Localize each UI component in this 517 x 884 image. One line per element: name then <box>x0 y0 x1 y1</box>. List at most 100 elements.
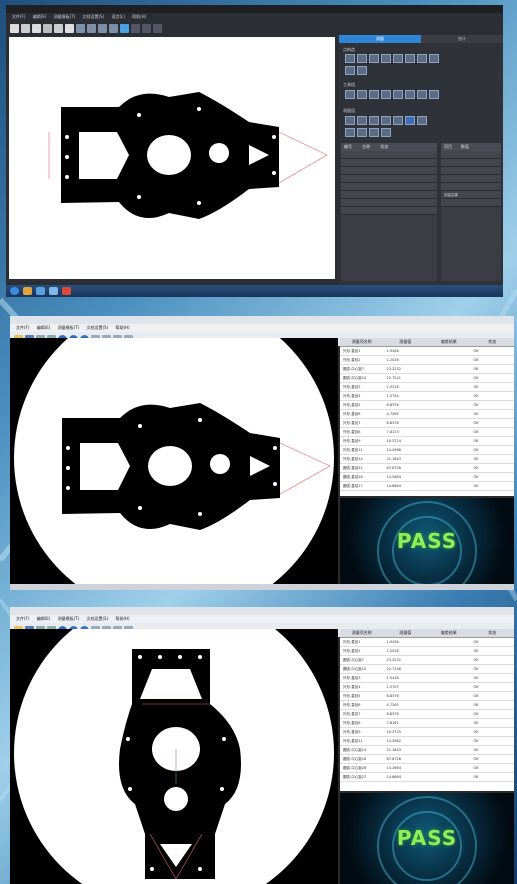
table-row[interactable]: 外形-直径11 14.4982 OK <box>340 737 514 746</box>
grid-row[interactable] <box>341 191 437 199</box>
tab-measure[interactable]: 测量 <box>339 35 421 43</box>
table-row[interactable]: 圆弧-直径27 14.8664 OK <box>340 482 514 491</box>
menu-settings[interactable]: 文档设置(S) <box>83 14 105 19</box>
tab-statistics[interactable]: 统计 <box>421 35 503 43</box>
grid-row[interactable] <box>341 167 437 175</box>
ellipse-tool-icon[interactable] <box>405 54 415 63</box>
menu-edit[interactable]: 编辑(E) <box>37 325 51 330</box>
open-file-icon[interactable] <box>21 23 30 33</box>
table-row[interactable]: 外形-直径4 1.5707 OK <box>340 683 514 692</box>
ruler-icon[interactable] <box>142 23 151 33</box>
grid-row[interactable] <box>441 167 501 175</box>
menu-help[interactable]: 帮助(H) <box>115 616 129 621</box>
table-row[interactable]: 外形-直径3 1.5218 OK <box>340 383 514 392</box>
camera-view[interactable] <box>10 338 338 584</box>
table-row[interactable]: 外形-直径14 21.1643 OK <box>340 455 514 464</box>
table-row[interactable]: 外形-直径7 8.8376 OK <box>340 419 514 428</box>
save-icon[interactable] <box>32 23 41 33</box>
rotate-tool-icon[interactable] <box>393 90 403 99</box>
midpoint-tool-icon[interactable] <box>357 66 367 75</box>
start-button-icon[interactable] <box>10 287 19 295</box>
menu-edit[interactable]: 编辑(E) <box>33 14 47 19</box>
table-row[interactable]: 外形-直径5 8.8376 OK <box>340 401 514 410</box>
menu-help[interactable]: 帮助(H) <box>132 14 146 19</box>
target-tool-icon[interactable] <box>405 116 415 125</box>
menu-template[interactable]: 测量模板(T) <box>58 616 80 621</box>
table-row[interactable]: 圆弧-中心距10 22.7241 OK <box>340 374 514 383</box>
radius-tool-icon[interactable] <box>369 116 379 125</box>
table-row[interactable]: 外形-直径11 14.4968 OK <box>340 446 514 455</box>
focus-tool-icon[interactable] <box>369 90 379 99</box>
grid-row[interactable] <box>341 175 437 183</box>
arc-tool-icon[interactable] <box>381 54 391 63</box>
table-row[interactable]: 外形-直径9 10.3725 OK <box>340 728 514 737</box>
table-row[interactable]: 圆弧-中心距14 21.1643 OK <box>340 746 514 755</box>
table-row[interactable]: 圆弧-中心距10 22.7248 OK <box>340 665 514 674</box>
grid-row[interactable] <box>441 199 501 207</box>
image-icon[interactable] <box>65 23 74 33</box>
menu-edit[interactable]: 编辑(E) <box>37 616 51 621</box>
camera-view[interactable] <box>10 629 338 884</box>
grid-icon[interactable] <box>43 23 52 33</box>
intersect-tool-icon[interactable] <box>345 66 355 75</box>
settings-icon[interactable] <box>153 23 162 33</box>
table-row[interactable]: 外形-直径1 1.9446 OK <box>340 347 514 356</box>
table-row[interactable]: 外形-直径2 1.2026 OK <box>340 356 514 365</box>
table-row[interactable]: 圆弧-直径26 14.2664 OK <box>340 473 514 482</box>
grid-row[interactable] <box>341 159 437 167</box>
folder-icon[interactable] <box>23 287 32 295</box>
table-row[interactable]: 圆弧-中心距27 14.8664 OK <box>340 773 514 782</box>
export-tool-icon[interactable] <box>369 128 379 137</box>
menu-template[interactable]: 测量模板(T) <box>58 325 80 330</box>
menu-language[interactable]: 语言(L) <box>111 14 124 19</box>
layout-icon[interactable] <box>54 23 63 33</box>
table-row[interactable]: 圆弧-直径22 67.8726 OK <box>340 464 514 473</box>
table-row[interactable]: 外形-直径6 4.7265 OK <box>340 701 514 710</box>
menu-file[interactable]: 文件(F) <box>16 616 29 621</box>
edge-tool-icon[interactable] <box>345 90 355 99</box>
light-tool-icon[interactable] <box>381 90 391 99</box>
table-row[interactable]: 外形-直径8 7.8161 OK <box>340 719 514 728</box>
rect-tool-icon[interactable] <box>393 54 403 63</box>
menu-help[interactable]: 帮助(H) <box>115 325 129 330</box>
image-view[interactable] <box>9 37 335 279</box>
grid-row[interactable] <box>341 151 437 159</box>
report-tool-icon[interactable] <box>357 128 367 137</box>
table-row[interactable]: 圆弧-中心距7 23.2232 OK <box>340 365 514 374</box>
grid-row[interactable] <box>441 151 501 159</box>
table-row[interactable]: 外形-直径3 1.5418 OK <box>340 674 514 683</box>
table-row[interactable]: 圆弧-中心距26 14.2664 OK <box>340 764 514 773</box>
match-tool-icon[interactable] <box>417 116 427 125</box>
zoom-in-icon[interactable] <box>76 23 85 33</box>
measure-icon[interactable] <box>131 23 140 33</box>
align-tool-icon[interactable] <box>405 90 415 99</box>
grid-row[interactable] <box>341 207 437 215</box>
table-row[interactable]: 外形-直径6 4.7265 OK <box>340 410 514 419</box>
camera-icon[interactable] <box>120 23 129 33</box>
line-tool-icon[interactable] <box>357 54 367 63</box>
tolerance-tool-icon[interactable] <box>345 128 355 137</box>
menu-template[interactable]: 测量模板(T) <box>54 14 76 19</box>
table-row[interactable]: 圆弧-中心距18 67.8726 OK <box>340 755 514 764</box>
zoom-window-icon[interactable] <box>109 23 118 33</box>
browser-icon[interactable] <box>36 287 45 295</box>
angle-tool-icon[interactable] <box>357 116 367 125</box>
grid-row[interactable] <box>441 183 501 191</box>
axis-tool-icon[interactable] <box>429 90 439 99</box>
table-row[interactable]: 外形-直径4 1.5744 OK <box>340 392 514 401</box>
media-icon[interactable] <box>62 287 71 295</box>
table-row[interactable]: 外形-直径5 8.8376 OK <box>340 692 514 701</box>
table-row[interactable]: 圆弧-中心距7 23.2232 OK <box>340 656 514 665</box>
grid-row[interactable] <box>441 175 501 183</box>
menu-file[interactable]: 文件(F) <box>16 325 29 330</box>
menu-settings[interactable]: 文档设置(S) <box>87 325 109 330</box>
point-tool-icon[interactable] <box>345 54 355 63</box>
grid-row[interactable] <box>441 159 501 167</box>
curve-tool-icon[interactable] <box>429 54 439 63</box>
circle-tool-icon[interactable] <box>369 54 379 63</box>
auto-edge-icon[interactable] <box>357 90 367 99</box>
table-row[interactable]: 外形-直径2 1.2028 OK <box>340 647 514 656</box>
zoom-out-icon[interactable] <box>87 23 96 33</box>
grid-row[interactable] <box>341 183 437 191</box>
grid-row[interactable] <box>341 199 437 207</box>
